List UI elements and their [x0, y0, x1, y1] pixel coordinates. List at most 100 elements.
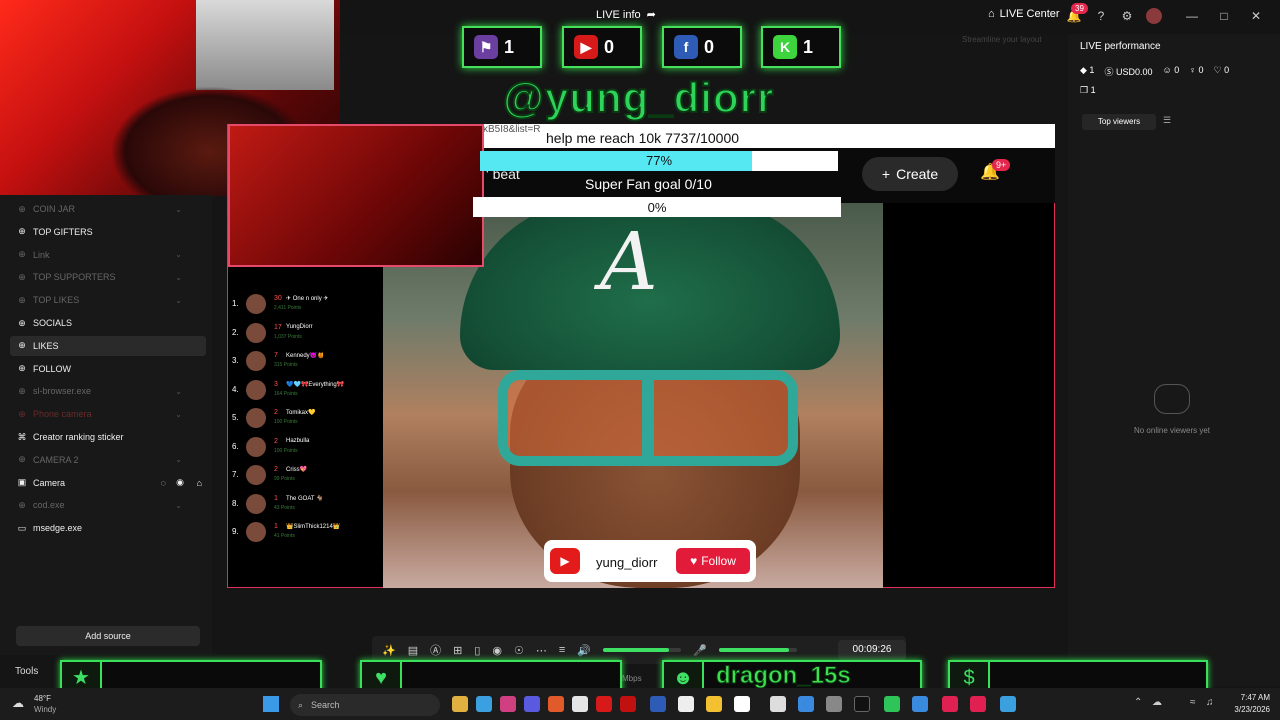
source-item[interactable]: ⊕ FOLLOW	[10, 359, 206, 379]
roblox-icon[interactable]	[678, 696, 694, 712]
lock-icon[interactable]: ⌂	[197, 478, 202, 488]
avatar[interactable]	[1146, 8, 1162, 24]
source-item[interactable]: ▣ Camera ◌ ◉ ⌂	[10, 473, 206, 493]
follow-button[interactable]: ♥ Follow	[676, 548, 750, 574]
source-label: Creator ranking sticker	[33, 432, 124, 442]
youtube-taskbar-icon[interactable]	[596, 696, 612, 712]
source-item[interactable]: ⊕ sl-browser.exe ⌄	[10, 381, 206, 401]
weather-temp: 48°F	[34, 694, 51, 703]
record-icon[interactable]: ◉	[492, 644, 502, 657]
netflix-icon[interactable]	[620, 696, 636, 712]
source-item[interactable]: ⊕ SOCIALS	[10, 313, 206, 333]
chevron-down-icon[interactable]: ⌄	[175, 296, 182, 305]
source-label: Camera	[33, 477, 66, 488]
create-label: Create	[896, 166, 939, 182]
stream-timer: 00:09:26	[838, 640, 906, 660]
chevron-down-icon[interactable]: ⌄	[175, 273, 182, 282]
add-source-button[interactable]: Add source	[16, 626, 200, 646]
start-icon[interactable]	[263, 696, 279, 712]
source-item[interactable]: ⊕ TOP SUPPORTERS ⌄	[10, 267, 206, 287]
platform-counter: ▶ 0	[562, 26, 642, 68]
top-viewers-tab[interactable]: Top viewers	[1082, 114, 1156, 130]
chevron-down-icon[interactable]: ⌄	[175, 250, 182, 259]
source-label: sl-browser.exe	[33, 386, 92, 397]
platform-count: 0	[604, 36, 615, 57]
volume-icon[interactable]: ♫	[1206, 697, 1214, 708]
source-item[interactable]: ⊕ CAMERA 2 ⌄	[10, 450, 206, 470]
grid-icon[interactable]: ⊞	[453, 644, 462, 657]
tools-label[interactable]: Tools	[15, 666, 38, 677]
chevron-down-icon[interactable]: ⌄	[175, 501, 182, 510]
source-item[interactable]: ⊕ cod.exe ⌄	[10, 495, 206, 515]
wifi-icon[interactable]: ≈	[1190, 697, 1196, 708]
chevron-down-icon[interactable]: ⌄	[175, 410, 182, 419]
leaderboard-row: 8. 1 The GOAT 🐐 43 Points	[232, 492, 382, 516]
notification-badge: 39	[1071, 3, 1088, 14]
ai-icon[interactable]: Ⓐ	[430, 642, 441, 658]
maximize-icon[interactable]: □	[1216, 8, 1232, 24]
cloud-icon[interactable]: ☁	[1152, 697, 1162, 708]
volume-fill	[603, 648, 670, 652]
webcam-overlay[interactable]	[228, 124, 484, 267]
minimize-icon[interactable]: —	[1184, 8, 1200, 24]
weather-icon[interactable]: ☁	[12, 696, 24, 710]
effects-icon[interactable]: ☉	[514, 644, 524, 657]
mic-slider[interactable]	[718, 648, 797, 652]
more-icon[interactable]: ⋯	[536, 644, 547, 657]
volume-slider[interactable]	[603, 648, 681, 652]
live-center-button[interactable]: ⌂ LIVE Center	[988, 8, 1060, 20]
streamlabs-icon[interactable]	[942, 696, 958, 712]
source-item[interactable]: ⊕ LIKES	[10, 335, 206, 356]
app-icon[interactable]	[798, 696, 814, 712]
tray-up-icon[interactable]: ⌃	[1134, 697, 1142, 708]
copilot-icon[interactable]	[524, 696, 540, 712]
app-icon[interactable]	[770, 696, 786, 712]
source-item[interactable]: ⊕ TOP GIFTERS	[10, 222, 206, 242]
edge-icon[interactable]	[476, 696, 492, 712]
leaderboard-rank: 1.	[232, 299, 239, 308]
tiktok-icon[interactable]	[854, 696, 870, 712]
streamline-hint[interactable]: Streamline your layout	[962, 35, 1042, 44]
taskbar-search[interactable]: ⌕ Search	[290, 694, 440, 716]
glasses-bridge	[642, 380, 654, 460]
clock-time[interactable]: 7:47 AM	[1228, 693, 1270, 702]
speaker-icon[interactable]: 🔊	[577, 644, 591, 657]
help-icon[interactable]: ?	[1093, 8, 1109, 24]
folder-icon[interactable]	[706, 696, 722, 712]
layout-icon[interactable]: ▤	[408, 644, 418, 657]
source-item[interactable]: ⊕ TOP LIKES ⌄	[10, 290, 206, 310]
source-item[interactable]: ⊕ Phone camera ⌄	[10, 404, 206, 424]
chevron-down-icon[interactable]: ⌄	[175, 387, 182, 396]
mixer-icon[interactable]: ≡	[559, 644, 565, 656]
magic-icon[interactable]: ✨	[382, 644, 396, 657]
spotify-icon[interactable]	[884, 696, 900, 712]
settings-icon[interactable]: ◌	[161, 478, 166, 488]
facebook-taskbar-icon[interactable]	[650, 696, 666, 712]
clock-date[interactable]: 3/23/2026	[1222, 705, 1270, 714]
chevron-down-icon[interactable]: ⌄	[175, 455, 182, 464]
close-icon[interactable]: ✕	[1248, 8, 1264, 24]
create-button[interactable]: + Create	[862, 157, 958, 191]
source-item[interactable]: ▭ msedge.exe	[10, 518, 206, 538]
file-explorer-icon[interactable]	[452, 696, 468, 712]
eye-icon[interactable]: ◉	[176, 477, 184, 488]
url-fragment: ĸB5I8&list=R	[483, 124, 541, 135]
microphone-icon[interactable]: 🎤	[693, 644, 707, 657]
source-item[interactable]: ⊕ Link ⌄	[10, 245, 206, 265]
source-label: cod.exe	[33, 500, 65, 511]
live-info-button[interactable]: LIVE info ➦	[596, 8, 656, 22]
app-icon[interactable]	[572, 696, 588, 712]
amazon-icon[interactable]	[734, 696, 750, 712]
phone-icon[interactable]: ▯	[474, 644, 480, 657]
source-item[interactable]: ⌘ Creator ranking sticker	[10, 427, 206, 447]
edge-icon[interactable]	[1000, 696, 1016, 712]
source-item[interactable]: ⊕ COIN JAR ⌄	[10, 199, 206, 219]
gear-icon[interactable]: ⚙	[1119, 8, 1135, 24]
app-icon[interactable]	[548, 696, 564, 712]
settings-app-icon[interactable]	[826, 696, 842, 712]
tiktok-live-icon[interactable]	[970, 696, 986, 712]
chevron-down-icon[interactable]: ⌄	[175, 205, 182, 214]
instagram-icon[interactable]	[500, 696, 516, 712]
list-icon[interactable]: ☰	[1163, 115, 1171, 126]
app-icon[interactable]	[912, 696, 928, 712]
